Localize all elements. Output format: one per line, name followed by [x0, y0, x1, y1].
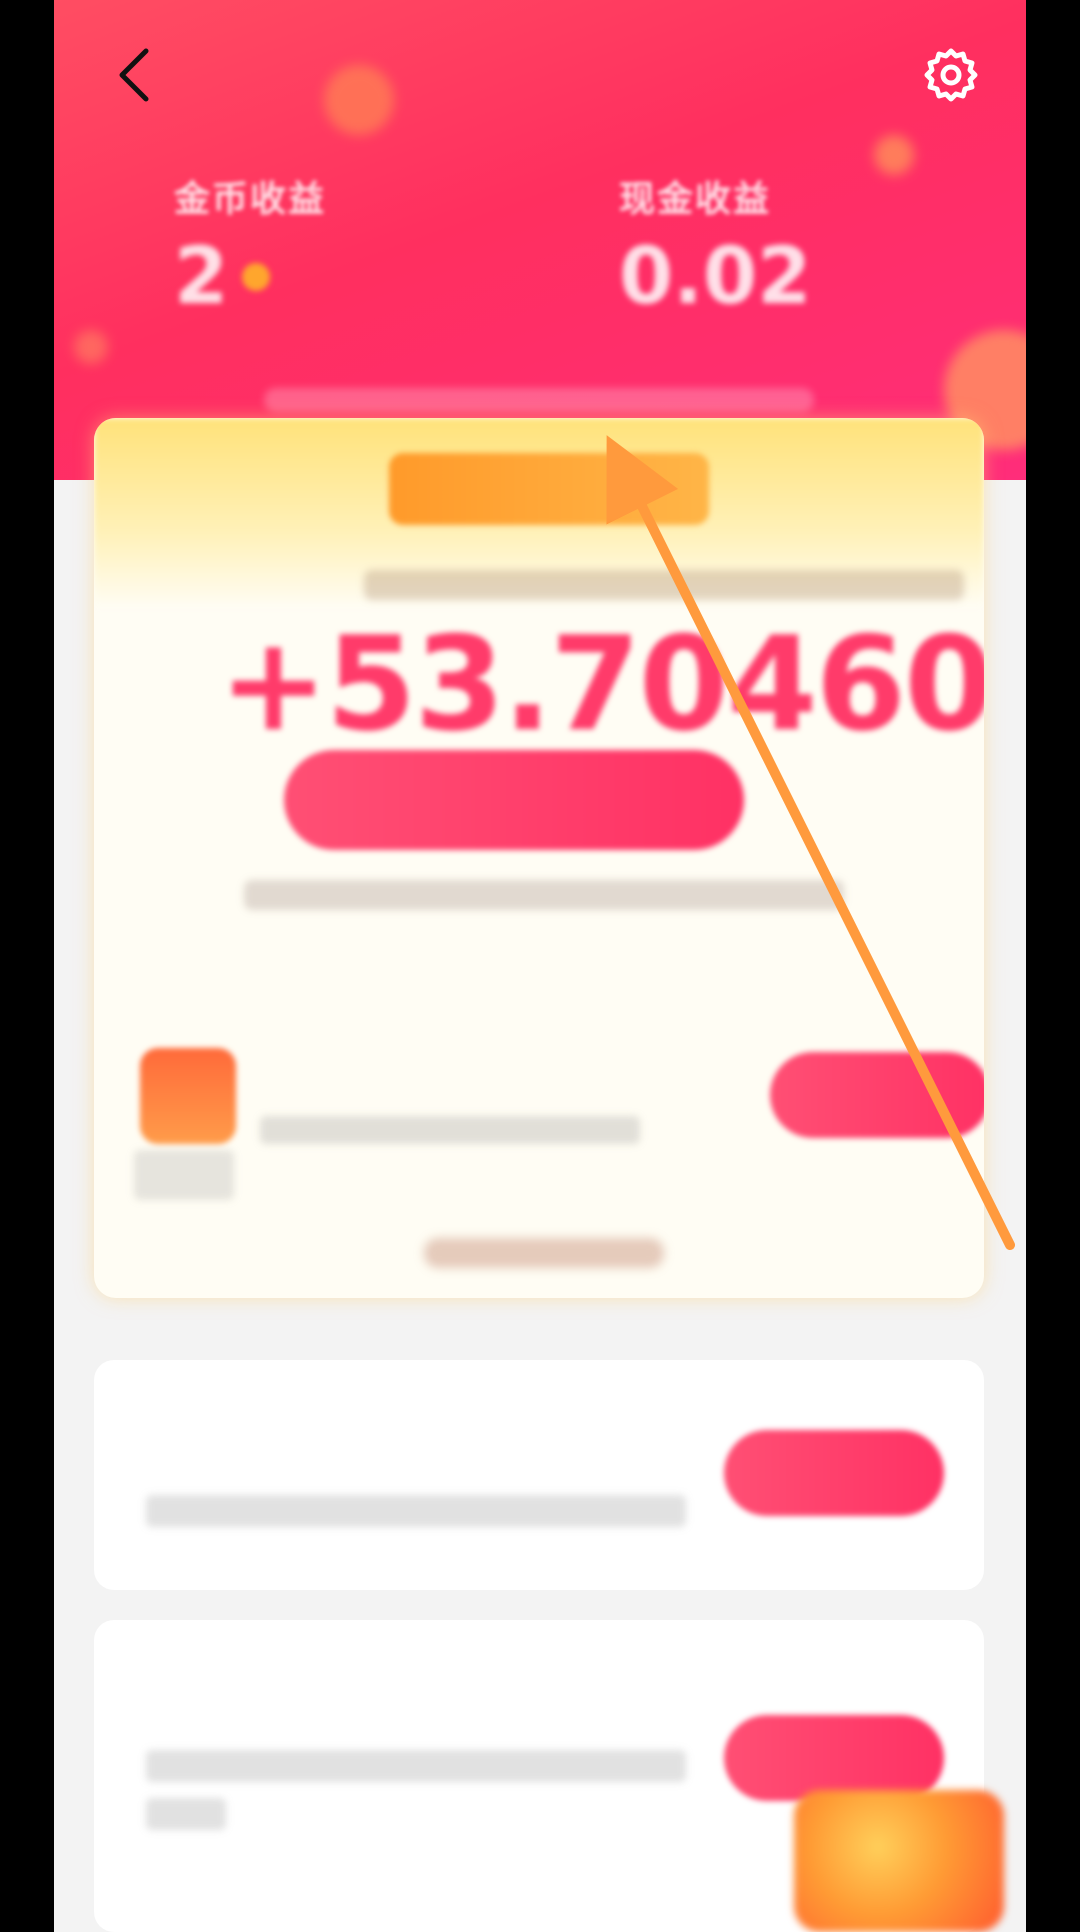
more-tasks-link[interactable]: [424, 1238, 664, 1268]
cash-earnings[interactable]: 现金收益 0.02: [619, 170, 811, 322]
decor-bubble: [74, 330, 108, 364]
reward-card-title-badge: [389, 453, 709, 525]
decor-bubble: [324, 65, 394, 135]
app-icon-caption: [134, 1150, 234, 1200]
cash-earnings-label: 现金收益: [619, 179, 772, 220]
app-screen: 金币收益 2 现金收益 0.02 +53.704609: [54, 0, 1026, 1932]
cash-earnings-value-row: 0.02: [619, 232, 811, 322]
reward-card-subtitle: [364, 570, 964, 600]
chevron-left-icon: [119, 48, 149, 102]
task-card-subtitle: [146, 1495, 686, 1527]
reward-amount: +53.704609: [219, 608, 984, 760]
coins-earnings[interactable]: 金币收益 2: [174, 170, 326, 322]
earnings-header: 金币收益 2 现金收益 0.02: [54, 0, 1026, 480]
coins-earnings-label: 金币收益: [174, 179, 327, 220]
task-card: [94, 1360, 984, 1590]
floating-gift-widget[interactable]: [794, 1770, 1004, 1932]
app-icon: [140, 1048, 236, 1144]
task-card-button[interactable]: [724, 1430, 944, 1516]
task-card-subtitle: [146, 1798, 226, 1830]
reward-card: +53.704609: [94, 418, 984, 1298]
gear-icon: [924, 48, 978, 102]
settings-button[interactable]: [916, 40, 986, 110]
coins-earnings-value: 2: [174, 232, 229, 322]
coin-icon: [242, 263, 271, 291]
download-task-subtitle: [260, 1116, 640, 1144]
claim-hint-text: [244, 880, 844, 910]
cash-earnings-value: 0.02: [619, 232, 812, 322]
task-card-subtitle: [146, 1750, 686, 1782]
gift-icon: [794, 1790, 1004, 1932]
coins-earnings-value-row: 2: [174, 232, 326, 322]
download-task-row: [130, 1008, 984, 1208]
header-hint-text: [264, 388, 814, 412]
claim-reward-button[interactable]: [284, 750, 744, 850]
decor-bubble: [874, 135, 914, 175]
download-task-button[interactable]: [770, 1052, 984, 1138]
back-button[interactable]: [94, 40, 174, 110]
